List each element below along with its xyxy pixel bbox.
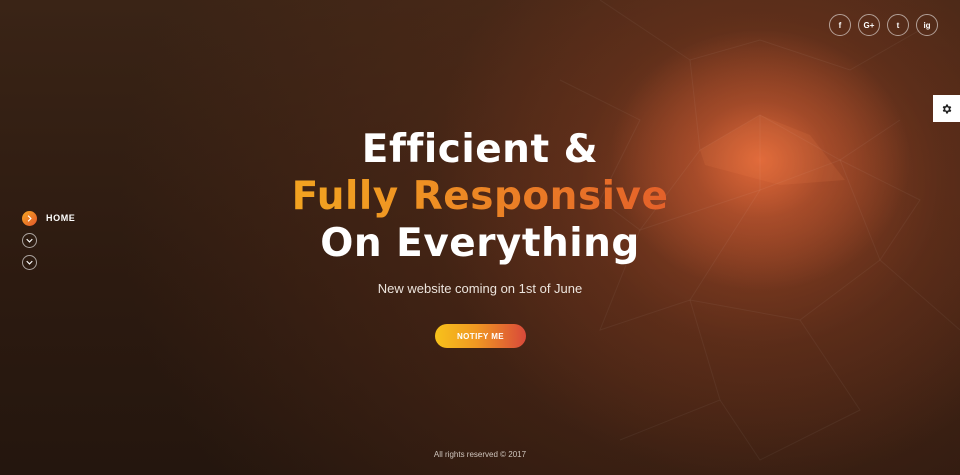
settings-toggle-button[interactable] [933, 95, 960, 122]
instagram-icon[interactable]: ig [916, 14, 938, 36]
footer-copyright: All rights reserved © 2017 [433, 450, 527, 459]
hero-heading-line3: On Everything [320, 221, 640, 266]
notify-me-button[interactable]: NOTIFY ME [435, 324, 526, 348]
hero: Efficient & Fully Responsive On Everythi… [0, 126, 960, 296]
facebook-icon[interactable]: f [829, 14, 851, 36]
hero-heading-line2: Fully Responsive [0, 173, 960, 220]
social-links: f G+ t ig [829, 14, 938, 36]
gear-icon [942, 104, 951, 113]
hero-heading-line1: Efficient & [361, 127, 599, 172]
twitter-icon[interactable]: t [887, 14, 909, 36]
hero-subtitle: New website coming on 1st of June [377, 281, 583, 296]
google-plus-icon[interactable]: G+ [858, 14, 880, 36]
